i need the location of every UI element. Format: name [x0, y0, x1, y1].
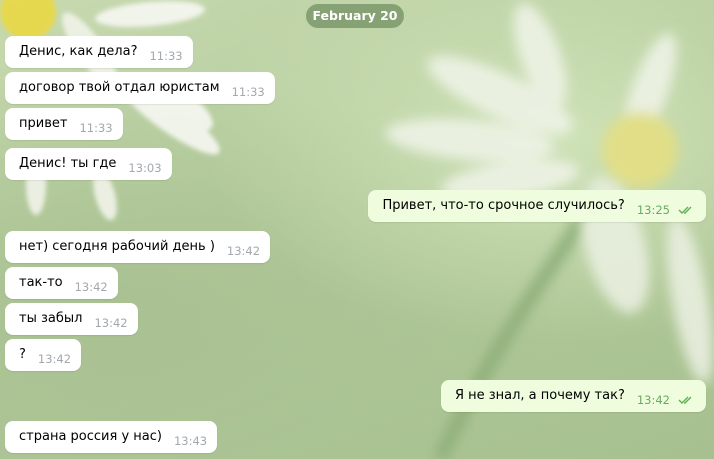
message-text: Привет, что-то срочное случилось?: [382, 198, 625, 213]
message-time: 13:42: [74, 280, 108, 294]
message-bubble-outgoing[interactable]: Привет, что-то срочное случилось? 13:25: [368, 190, 706, 222]
message-text: Денис! ты где: [19, 156, 117, 171]
message-time: 13:42: [636, 393, 670, 407]
message-bubble-incoming[interactable]: договор твой отдал юристам 11:33: [5, 72, 275, 104]
message-bubble-incoming[interactable]: нет) сегодня рабочий день ) 13:42: [5, 231, 271, 263]
message-text: страна россия у нас): [19, 429, 162, 444]
message-text: ты забыл: [19, 311, 83, 326]
message-bubble-incoming[interactable]: Денис, как дела? 11:33: [5, 36, 193, 68]
message-bubble-incoming[interactable]: страна россия у нас) 13:43: [5, 421, 218, 453]
message-bubble-incoming[interactable]: привет 11:33: [5, 108, 123, 140]
double-check-icon: [678, 396, 692, 404]
message-bubble-incoming[interactable]: ты забыл 13:42: [5, 303, 138, 335]
message-time: 11:33: [79, 121, 113, 135]
message-text: Денис, как дела?: [19, 44, 138, 59]
message-list[interactable]: February 20 Денис, как дела? 11:33 догов…: [0, 0, 714, 459]
message-time: 13:42: [94, 316, 128, 330]
message-text: так-то: [19, 275, 63, 290]
message-bubble-incoming[interactable]: ? 13:42: [5, 339, 82, 371]
message-time: 11:33: [231, 85, 265, 99]
message-text: ?: [19, 347, 26, 362]
message-text: договор твой отдал юристам: [19, 80, 220, 95]
message-time: 13:43: [173, 434, 208, 448]
message-time: 13:25: [636, 203, 670, 217]
message-time: 11:33: [149, 49, 183, 63]
message-time: 13:03: [128, 161, 162, 175]
message-time: 13:42: [37, 352, 72, 366]
message-text: нет) сегодня рабочий день ): [19, 239, 215, 254]
date-separator: February 20: [306, 4, 404, 28]
message-time: 13:42: [226, 244, 261, 258]
message-bubble-incoming[interactable]: так-то 13:42: [5, 267, 118, 299]
double-check-icon: [678, 206, 692, 214]
message-text: Я не знал, а почему так?: [454, 388, 625, 403]
message-text: привет: [19, 116, 68, 131]
message-bubble-outgoing[interactable]: Я не знал, а почему так? 13:42: [440, 380, 706, 412]
message-bubble-incoming[interactable]: Денис! ты где 13:03: [5, 148, 172, 180]
